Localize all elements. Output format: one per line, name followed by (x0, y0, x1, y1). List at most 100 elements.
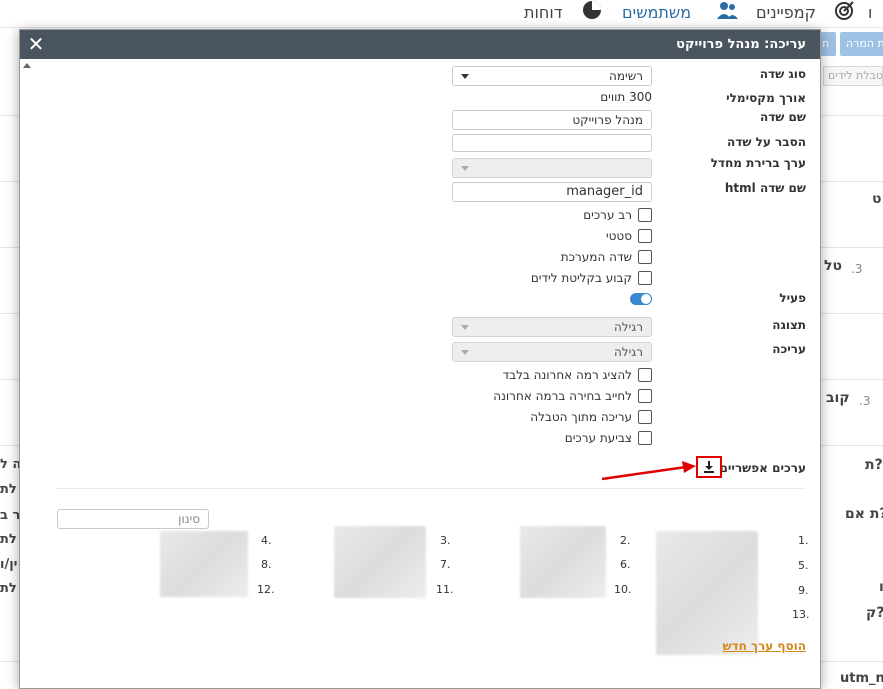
option-number: .10 (614, 583, 632, 596)
system-field-checkbox[interactable] (638, 250, 652, 264)
require-last-level-checkbox-row[interactable]: לחייב בחירה ברמה אחרונה (493, 388, 652, 404)
option-number: .4 (261, 534, 272, 547)
download-button[interactable] (696, 456, 722, 478)
last-level-only-checkbox[interactable] (638, 368, 652, 382)
conversion-target-button[interactable]: ת המרה (840, 32, 883, 56)
bg-text-fragment: ת? (865, 457, 883, 473)
system-field-checkbox-row[interactable]: שדה המערכת (561, 249, 652, 265)
html-name-label: שם שדה html (724, 181, 806, 195)
option-number: .12 (257, 583, 275, 596)
option-value[interactable] (656, 531, 758, 655)
target-icon (832, 0, 856, 20)
option-value[interactable] (160, 531, 248, 597)
edit-mode-label: עריכה (772, 342, 806, 356)
bg-left-fragment: לת (0, 482, 17, 497)
display-select[interactable]: רגילה (452, 317, 652, 337)
color-values-label: צביעת ערכים (564, 431, 632, 445)
field-type-label: סוג שדה (759, 67, 806, 81)
filter-input[interactable]: סינון (57, 509, 209, 529)
fixed-lead-intake-checkbox[interactable] (638, 271, 652, 285)
option-value[interactable] (334, 526, 426, 598)
field-type-value: רשימה (609, 69, 643, 83)
max-length-value: 300 תווים (600, 90, 652, 104)
default-value-label: ערך ברירת מחדל (710, 156, 806, 170)
bg-left-fragment: ין/ו (0, 557, 18, 572)
download-icon (704, 461, 714, 473)
last-level-only-checkbox-row[interactable]: להציג רמה אחרונה בלבד (503, 367, 652, 383)
leads-table-field[interactable]: טבלת לידים (823, 66, 883, 86)
option-number: .1 (798, 534, 809, 547)
last-level-only-label: להציג רמה אחרונה בלבד (502, 368, 632, 382)
static-checkbox-row[interactable]: סטטי (606, 228, 652, 244)
dialog-body: סוג שדה רשימה אורך מקסימלי 300 תווים שם … (20, 59, 820, 688)
pie-chart-icon (580, 0, 604, 20)
option-number: .11 (436, 583, 454, 596)
bg-text-fragment: ט (872, 191, 882, 207)
color-values-checkbox-row[interactable]: צביעת ערכים (565, 430, 652, 446)
field-description-input[interactable] (452, 134, 652, 152)
nav-item-users[interactable]: משתמשים (622, 3, 691, 25)
nav-item-reports[interactable]: דוחות (524, 3, 562, 25)
edit-from-table-checkbox[interactable] (638, 410, 652, 424)
toggle-knob (641, 294, 651, 304)
bg-text-fragment: utm_n (840, 671, 883, 686)
option-number: .8 (261, 558, 272, 571)
bg-text-fragment: ק? (866, 605, 883, 621)
edit-mode-value: רגילה (613, 345, 643, 359)
option-number: .6 (620, 558, 631, 571)
dialog-header: עריכה: מנהל פרוייקט ✕ (20, 30, 820, 59)
require-last-level-label: לחייב בחירה ברמה אחרונה (493, 389, 632, 403)
option-value[interactable] (520, 526, 606, 598)
possible-values-label: ערכים אפשריים: (714, 461, 806, 475)
top-navigation-bar: ו קמפיינים משתמשים דוחות (0, 0, 883, 28)
bg-text-fragment: קוב (826, 390, 850, 406)
edit-mode-select[interactable]: רגילה (452, 342, 652, 362)
display-label: תצוגה (772, 318, 806, 332)
add-new-value-link[interactable]: הוסף ערך חדש (722, 639, 806, 653)
chevron-down-icon (461, 325, 469, 330)
field-description-label: הסבר על שדה (727, 135, 806, 149)
bg-text-fragment: ת אם? (845, 506, 883, 522)
edit-field-dialog: עריכה: מנהל פרוייקט ✕ סוג שדה רשימה אורך… (19, 29, 821, 689)
field-name-label: שם שדה (759, 110, 806, 124)
system-field-label: שדה המערכת (560, 250, 632, 264)
field-type-select[interactable]: רשימה (452, 66, 652, 86)
active-label: פעיל (779, 291, 806, 305)
nav-item-campaigns[interactable]: קמפיינים (756, 3, 816, 25)
html-name-input[interactable]: manager_id (452, 182, 652, 202)
bg-row-number: .3 (859, 394, 871, 408)
scroll-up-arrow-icon[interactable] (23, 63, 31, 68)
close-icon[interactable]: ✕ (26, 33, 46, 55)
multi-values-label: רב ערכים (583, 208, 632, 222)
dialog-title: עריכה: מנהל פרוייקט (676, 37, 806, 52)
static-label: סטטי (605, 229, 632, 243)
default-value-select[interactable] (452, 158, 652, 178)
option-number: .3 (440, 534, 451, 547)
scrollbar[interactable] (20, 59, 34, 688)
users-icon (715, 0, 739, 20)
section-divider (56, 488, 806, 489)
option-number: .2 (620, 534, 631, 547)
color-values-checkbox[interactable] (638, 431, 652, 445)
max-length-label: אורך מקסימלי (726, 91, 806, 105)
multi-values-checkbox-row[interactable]: רב ערכים (583, 207, 652, 223)
nav-item-fragment[interactable]: ו (868, 3, 872, 25)
option-number: .13 (792, 608, 810, 621)
bg-left-fragment: לת (0, 581, 17, 596)
bg-text-fragment: טל (824, 258, 842, 274)
require-last-level-checkbox[interactable] (638, 389, 652, 403)
multi-values-checkbox[interactable] (638, 208, 652, 222)
static-checkbox[interactable] (638, 229, 652, 243)
field-name-input[interactable]: מנהל פרוייקט (452, 110, 652, 130)
edit-from-table-checkbox-row[interactable]: עריכה מתוך הטבלה (530, 409, 652, 425)
chevron-down-icon (461, 74, 469, 79)
chevron-down-icon (461, 166, 469, 171)
bg-row-number: .3 (851, 262, 863, 276)
bg-left-fragment: ר ב (0, 508, 21, 523)
fixed-lead-intake-label: קבוע בקליטת לידים (530, 271, 632, 285)
fixed-lead-intake-checkbox-row[interactable]: קבוע בקליטת לידים (531, 270, 652, 286)
active-toggle[interactable] (630, 293, 652, 305)
display-value: רגילה (613, 320, 643, 334)
bg-left-fragment: לת (0, 532, 17, 547)
bg-text-fragment: ו (879, 579, 883, 595)
